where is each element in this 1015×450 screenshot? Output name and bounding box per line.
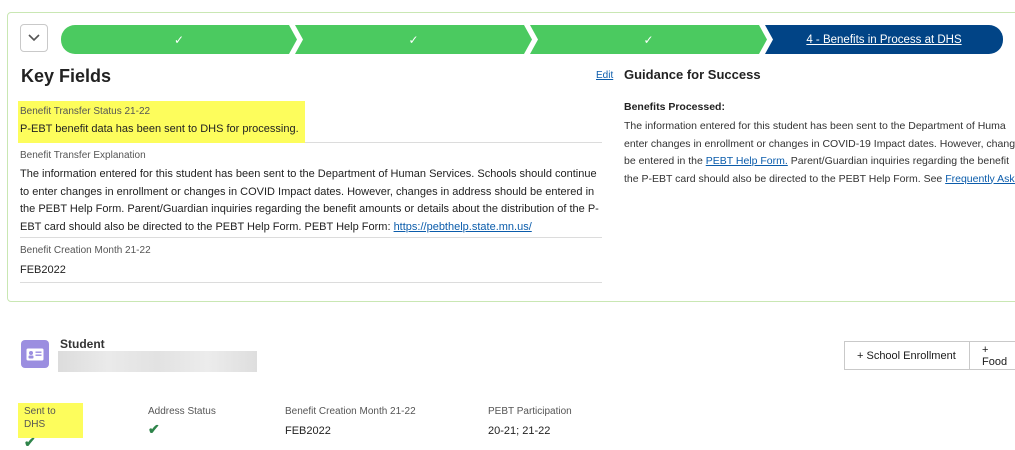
path-step-label: 4 - Benefits in Process at DHS <box>806 33 962 46</box>
guidance-body: The information entered for this student… <box>624 118 1015 188</box>
guidance-line: enter changes in enrollment or changes i… <box>624 137 1015 150</box>
column-label: Sent to DHS <box>24 406 56 430</box>
column-value: 20-21; 21-22 <box>488 425 551 437</box>
check-icon: ✔ <box>24 434 36 450</box>
address-status-column: Address Status ✔ <box>148 405 216 436</box>
key-fields-title: Key Fields <box>21 66 112 86</box>
field-benefit-transfer-explanation: Benefit Transfer Explanation The informa… <box>20 149 602 238</box>
benefit-creation-month-column: Benefit Creation Month 21-22 FEB2022 <box>285 405 416 437</box>
contact-card-icon <box>21 340 49 368</box>
path-step-3[interactable]: ✓ <box>530 25 767 54</box>
check-icon: ✓ <box>643 32 654 47</box>
add-school-enrollment-button[interactable]: + School Enrollment <box>844 341 970 370</box>
guidance-line: The information entered for this student… <box>624 120 1006 132</box>
highlight-box: Sent to DHS ✔ <box>18 403 83 449</box>
field-benefit-transfer-status: Benefit Transfer Status 21-22 P-EBT bene… <box>18 101 602 143</box>
field-value: P-EBT benefit data has been sent to DHS … <box>20 123 299 135</box>
field-label: Benefit Transfer Explanation <box>20 150 146 161</box>
guidance-line: be entered in the PEBT Help Form. Parent… <box>624 153 1015 171</box>
guidance-subtitle: Benefits Processed: <box>624 101 725 113</box>
guidance-text: the P-EBT card should also be directed t… <box>624 172 946 185</box>
object-type-label: Student <box>60 337 105 351</box>
field-value: The information entered for this student… <box>20 166 602 236</box>
field-benefit-creation-month: Benefit Creation Month 21-22 FEB2022 <box>20 244 602 283</box>
column-label: Address Status <box>148 406 216 417</box>
edit-link[interactable]: Edit <box>596 70 613 81</box>
pebt-participation-column: PEBT Participation 20-21; 21-22 <box>488 405 572 437</box>
highlight-box: Benefit Transfer Status 21-22 P-EBT bene… <box>18 101 305 143</box>
field-label: Benefit Transfer Status 21-22 <box>20 106 151 117</box>
path-step-2[interactable]: ✓ <box>295 25 532 54</box>
column-value: FEB2022 <box>285 425 331 437</box>
collapse-toggle-button[interactable] <box>20 24 48 52</box>
pebt-help-link[interactable]: https://pebthelp.state.mn.us/ <box>394 221 532 233</box>
check-icon: ✓ <box>408 32 419 47</box>
field-value: FEB2022 <box>20 264 66 276</box>
guidance-line: the P-EBT card should also be directed t… <box>624 171 1015 189</box>
add-food-button[interactable]: + Food <box>969 341 1015 370</box>
path-step-4-current[interactable]: 4 - Benefits in Process at DHS <box>765 25 1003 54</box>
guidance-title: Guidance for Success <box>624 67 761 82</box>
guidance-text: be entered in the <box>624 155 706 167</box>
faq-link[interactable]: Frequently Aske <box>945 173 1015 185</box>
path-step-1[interactable]: ✓ <box>61 25 297 54</box>
column-label: Benefit Creation Month 21-22 <box>285 406 416 417</box>
column-label: PEBT Participation <box>488 406 572 417</box>
check-icon: ✔ <box>148 421 160 437</box>
progress-path: ✓ ✓ ✓ 4 - Benefits in Process at DHS <box>61 25 1003 54</box>
sent-to-dhs-column: Sent to DHS ✔ <box>18 403 83 449</box>
check-icon: ✓ <box>173 32 185 47</box>
pebt-help-form-link[interactable]: PEBT Help Form. <box>706 155 788 167</box>
guidance-text: Parent/Guardian inquiries regarding the … <box>787 155 1010 167</box>
chevron-down-icon <box>28 34 40 42</box>
redacted-student-name <box>58 351 257 372</box>
field-label: Benefit Creation Month 21-22 <box>20 245 151 256</box>
